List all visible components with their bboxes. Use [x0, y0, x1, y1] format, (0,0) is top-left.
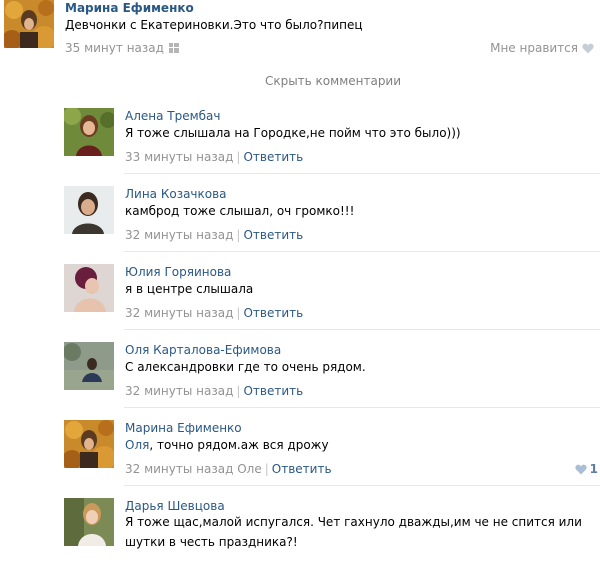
meta-divider: |	[236, 150, 241, 164]
heart-icon	[582, 43, 594, 53]
reply-button[interactable]: Ответить	[272, 462, 332, 476]
post-meta: 35 минут назад	[65, 40, 179, 56]
comment-divider	[124, 407, 600, 408]
windows-icon	[168, 43, 179, 53]
post-author-avatar[interactable]	[4, 0, 54, 48]
comment-time[interactable]: 32 минуты назад	[125, 228, 233, 242]
comment-meta: 32 минуты назад | Ответить	[125, 305, 303, 321]
comment: Лина Козачкова камброд тоже слышал, оч г…	[64, 186, 600, 264]
comment-time[interactable]: 32 минуты назад	[125, 384, 233, 398]
comment-author[interactable]: Лина Козачкова	[125, 186, 227, 202]
reply-button[interactable]: Ответить	[243, 306, 303, 320]
post-author-name[interactable]: Марина Ефименко	[65, 0, 194, 16]
comment: Оля Карталова-Ефимова С александровки гд…	[64, 342, 600, 420]
comment: Алена Трембач Я тоже слышала на Городке,…	[64, 108, 600, 186]
comment-meta: 32 минуты назад | Ответить	[125, 383, 303, 399]
comment-divider	[124, 173, 600, 174]
hide-comments-link[interactable]: Скрыть комментарии	[0, 73, 600, 89]
post-like-button[interactable]: Мне нравится	[490, 40, 594, 56]
comment-author[interactable]: Алена Трембач	[125, 108, 221, 124]
reply-button[interactable]: Ответить	[243, 150, 303, 164]
comment-text: Оля, точно рядом.аж вся дрожу	[125, 437, 329, 453]
comment-divider	[124, 251, 600, 252]
comment-time[interactable]: 32 минуты назад	[125, 306, 233, 320]
comment-meta: 32 минуты назад Оле | Ответить	[125, 461, 332, 477]
like-label: Мне нравится	[490, 41, 578, 55]
comment-text: Я тоже щас,малой испугался. Чет гахнуло …	[125, 515, 582, 549]
like-count: 1	[589, 462, 598, 476]
comment-avatar[interactable]	[64, 420, 114, 468]
mention-link[interactable]: Оля	[125, 438, 149, 452]
reply-button[interactable]: Ответить	[243, 384, 303, 398]
meta-divider: |	[236, 384, 241, 398]
comment-like-button[interactable]: 1	[575, 461, 598, 477]
meta-divider: |	[236, 306, 241, 320]
comment: Дарья Шевцова Я тоже щас,малой испугался…	[64, 498, 600, 576]
comment-meta: 32 минуты назад | Ответить	[125, 227, 303, 243]
comment-time[interactable]: 33 минуты назад	[125, 150, 233, 164]
comment-text-body: , точно рядом.аж вся дрожу	[149, 438, 329, 452]
hide-comments-label[interactable]: Скрыть комментарии	[265, 74, 401, 88]
reply-to-link[interactable]: Оле	[237, 462, 262, 476]
comment-author[interactable]: Марина Ефименко	[125, 420, 242, 436]
comment: Марина Ефименко Оля, точно рядом.аж вся …	[64, 420, 600, 498]
comment-text: Я тоже слышала на Городке,не пойм что эт…	[125, 126, 461, 140]
comment-avatar[interactable]	[64, 186, 114, 234]
comment-author[interactable]: Оля Карталова-Ефимова	[125, 342, 281, 358]
meta-divider: |	[236, 228, 241, 242]
comment-text: камброд тоже слышал, оч громко!!!	[125, 204, 355, 218]
heart-icon	[575, 464, 587, 474]
comment-avatar[interactable]	[64, 498, 114, 546]
post-text: Девчонки с Екатериновки.Это что было?пип…	[65, 18, 363, 32]
meta-divider: |	[264, 462, 269, 476]
comment-time[interactable]: 32 минуты назад	[125, 462, 233, 476]
comment-text: я в центре слышала	[125, 282, 254, 296]
comment-divider	[124, 329, 600, 330]
comment: Юлия Горяинова я в центре слышала 32 мин…	[64, 264, 600, 342]
comment-avatar[interactable]	[64, 108, 114, 156]
comment-avatar[interactable]	[64, 342, 114, 390]
post: Марина Ефименко Девчонки с Екатериновки.…	[0, 0, 600, 64]
comment-avatar[interactable]	[64, 264, 114, 312]
comment-divider	[124, 485, 600, 486]
post-time[interactable]: 35 минут назад	[65, 40, 164, 56]
reply-button[interactable]: Ответить	[243, 228, 303, 242]
comment-author[interactable]: Юлия Горяинова	[125, 264, 231, 280]
comment-meta: 33 минуты назад | Ответить	[125, 149, 303, 165]
comment-text: С александровки где то очень рядом.	[125, 360, 366, 374]
